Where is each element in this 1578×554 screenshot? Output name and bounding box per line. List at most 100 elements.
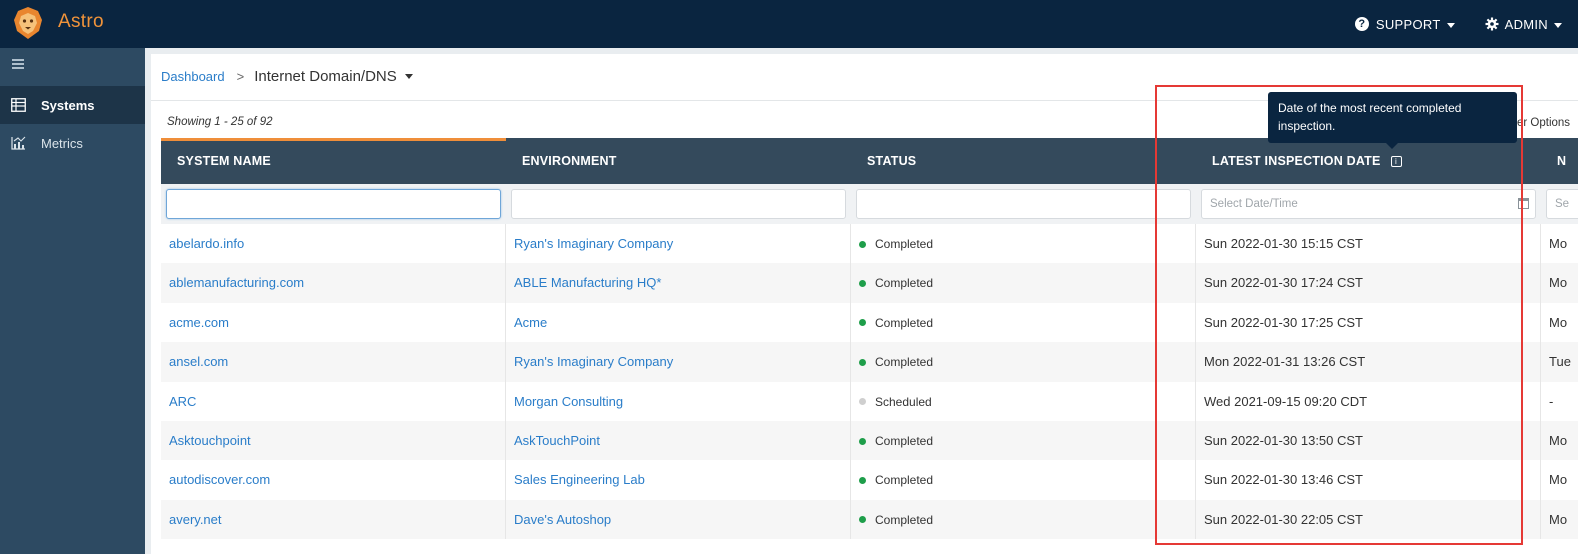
chart-icon xyxy=(11,136,26,150)
status-filter-input[interactable] xyxy=(856,189,1191,219)
table-row[interactable]: Asktouchpoint AskTouchPoint Completed Sun 2… xyxy=(161,421,1578,461)
gear-icon xyxy=(1485,17,1499,31)
sidebar-item-systems[interactable]: Systems xyxy=(0,86,145,124)
filter-options-link[interactable]: er Options xyxy=(1517,117,1570,129)
caret-down-icon xyxy=(1554,22,1562,28)
system-name-link[interactable]: avery.net xyxy=(169,512,222,527)
column-separator xyxy=(850,421,851,461)
status-dot-icon xyxy=(859,516,866,524)
column-separator xyxy=(505,302,506,343)
column-separator xyxy=(505,342,506,382)
system-name-filter-input[interactable] xyxy=(166,189,501,219)
inspection-date-cell: Sun 2022-01-30 22:05 CST xyxy=(1204,511,1363,527)
column-header-latest-inspection-date[interactable]: LATEST INSPECTION DATE i xyxy=(1212,154,1402,168)
next-inspection-cell: - xyxy=(1549,393,1554,409)
system-name-link[interactable]: ablemanufacturing.com xyxy=(169,275,304,290)
breadcrumb-system-type-dropdown[interactable]: Internet Domain/DNS xyxy=(254,68,413,85)
inspection-date-cell: Wed 2021-09-15 09:20 CDT xyxy=(1204,393,1368,409)
support-menu[interactable]: ? SUPPORT xyxy=(1354,17,1455,32)
system-name-link[interactable]: Asktouchpoint xyxy=(169,433,251,448)
tooltip: Date of the most recent completed inspec… xyxy=(1268,92,1517,143)
next-inspection-cell: Mo xyxy=(1549,433,1568,448)
next-filter-placeholder: Se xyxy=(1555,198,1570,210)
sidebar-item-label: Metrics xyxy=(41,135,83,151)
environment-link[interactable]: Acme xyxy=(514,315,547,330)
table-header: SYSTEM NAME ENVIRONMENT STATUS LATEST IN… xyxy=(161,138,1578,184)
system-name-link[interactable]: autodiscover.com xyxy=(169,472,270,487)
status-cell: Completed xyxy=(859,316,933,330)
sidebar-item-metrics[interactable]: Metrics xyxy=(0,124,145,162)
column-header-status[interactable]: STATUS xyxy=(867,154,916,168)
environment-filter-input[interactable] xyxy=(511,189,846,219)
sort-indicator xyxy=(161,138,506,141)
next-inspection-cell: Mo xyxy=(1549,275,1568,291)
results-count: Showing 1 - 25 of 92 xyxy=(167,116,273,128)
environment-link[interactable]: Ryan's Imaginary Company xyxy=(514,354,673,369)
table-row[interactable]: ablemanufacturing.com ABLE Manufacturing … xyxy=(161,263,1578,303)
environment-link[interactable]: Dave's Autoshop xyxy=(514,512,611,527)
column-separator xyxy=(1195,224,1196,264)
breadcrumb-dashboard-link[interactable]: Dashboard xyxy=(161,69,225,84)
lion-logo-icon[interactable] xyxy=(12,6,44,40)
status-label: Completed xyxy=(875,276,934,291)
breadcrumb-current-label: Internet Domain/DNS xyxy=(254,68,397,85)
environment-link[interactable]: Morgan Consulting xyxy=(514,394,623,409)
inspection-date-cell: Sun 2022-01-30 13:50 CST xyxy=(1204,433,1363,448)
column-header-label: LATEST INSPECTION DATE xyxy=(1212,154,1381,168)
app-brand-name[interactable]: Astro xyxy=(58,11,104,33)
column-separator xyxy=(1540,499,1541,540)
system-name-link[interactable]: ansel.com xyxy=(169,354,228,369)
status-label: Completed xyxy=(875,355,934,370)
status-dot-icon xyxy=(859,358,866,366)
table-row[interactable]: ARC Morgan Consulting Scheduled Wed 2021-09… xyxy=(161,381,1578,422)
inspection-date-cell: Sun 2022-01-30 17:24 CST xyxy=(1204,275,1363,291)
date-filter-placeholder: Select Date/Time xyxy=(1210,198,1298,210)
status-dot-icon xyxy=(859,279,866,287)
column-separator xyxy=(850,263,851,303)
column-separator xyxy=(1195,499,1196,540)
column-separator xyxy=(850,224,851,264)
column-separator xyxy=(505,263,506,303)
menu-toggle-icon[interactable] xyxy=(12,59,24,69)
system-name-link[interactable]: ARC xyxy=(169,394,196,409)
column-separator xyxy=(1195,381,1196,422)
table-row[interactable]: autodiscover.com Sales Engineering Lab Com… xyxy=(161,460,1578,500)
environment-link[interactable]: AskTouchPoint xyxy=(514,433,600,448)
next-filter-input[interactable]: Se xyxy=(1546,189,1578,219)
tooltip-arrow xyxy=(1386,143,1398,149)
table-row[interactable]: acme.com Acme Completed Sun 2022-01-30 17:2… xyxy=(161,302,1578,343)
inspection-date-cell: Sun 2022-01-30 13:46 CST xyxy=(1204,472,1363,488)
info-icon[interactable]: i xyxy=(1390,155,1402,167)
status-label: Completed xyxy=(875,512,934,527)
calendar-icon[interactable] xyxy=(1518,198,1529,209)
status-cell: Completed xyxy=(859,473,933,487)
date-filter-input[interactable]: Select Date/Time xyxy=(1201,189,1536,219)
column-separator xyxy=(505,381,506,422)
table-row[interactable]: ansel.com Ryan's Imaginary Company Complet… xyxy=(161,342,1578,382)
column-header-label: N xyxy=(1557,154,1567,168)
column-header-next[interactable]: N xyxy=(1557,154,1566,168)
sidebar-item-label: Systems xyxy=(41,97,95,113)
column-separator xyxy=(850,381,851,422)
column-header-system-name[interactable]: SYSTEM NAME xyxy=(177,154,271,168)
environment-link[interactable]: ABLE Manufacturing HQ* xyxy=(514,275,661,290)
environment-link[interactable]: Ryan's Imaginary Company xyxy=(514,236,673,251)
column-header-environment[interactable]: ENVIRONMENT xyxy=(522,154,617,168)
table-row[interactable]: avery.net Dave's Autoshop Completed Sun 202… xyxy=(161,499,1578,540)
system-name-link[interactable]: abelardo.info xyxy=(169,236,244,251)
admin-menu[interactable]: ADMIN xyxy=(1485,17,1562,32)
column-header-label: ENVIRONMENT xyxy=(522,154,617,168)
question-circle-icon: ? xyxy=(1354,17,1369,31)
column-separator xyxy=(1540,460,1541,500)
status-dot-icon xyxy=(859,240,866,248)
status-label: Scheduled xyxy=(875,394,932,409)
table-row[interactable]: abelardo.info Ryan's Imaginary Company Com… xyxy=(161,224,1578,264)
caret-down-icon xyxy=(1446,22,1455,28)
sidebar: Systems Metrics xyxy=(0,48,145,554)
column-separator xyxy=(1195,302,1196,343)
column-separator xyxy=(1195,263,1196,303)
status-cell: Scheduled xyxy=(859,395,932,409)
environment-link[interactable]: Sales Engineering Lab xyxy=(514,472,645,487)
system-name-link[interactable]: acme.com xyxy=(169,315,229,330)
next-inspection-cell: Mo xyxy=(1549,236,1568,251)
